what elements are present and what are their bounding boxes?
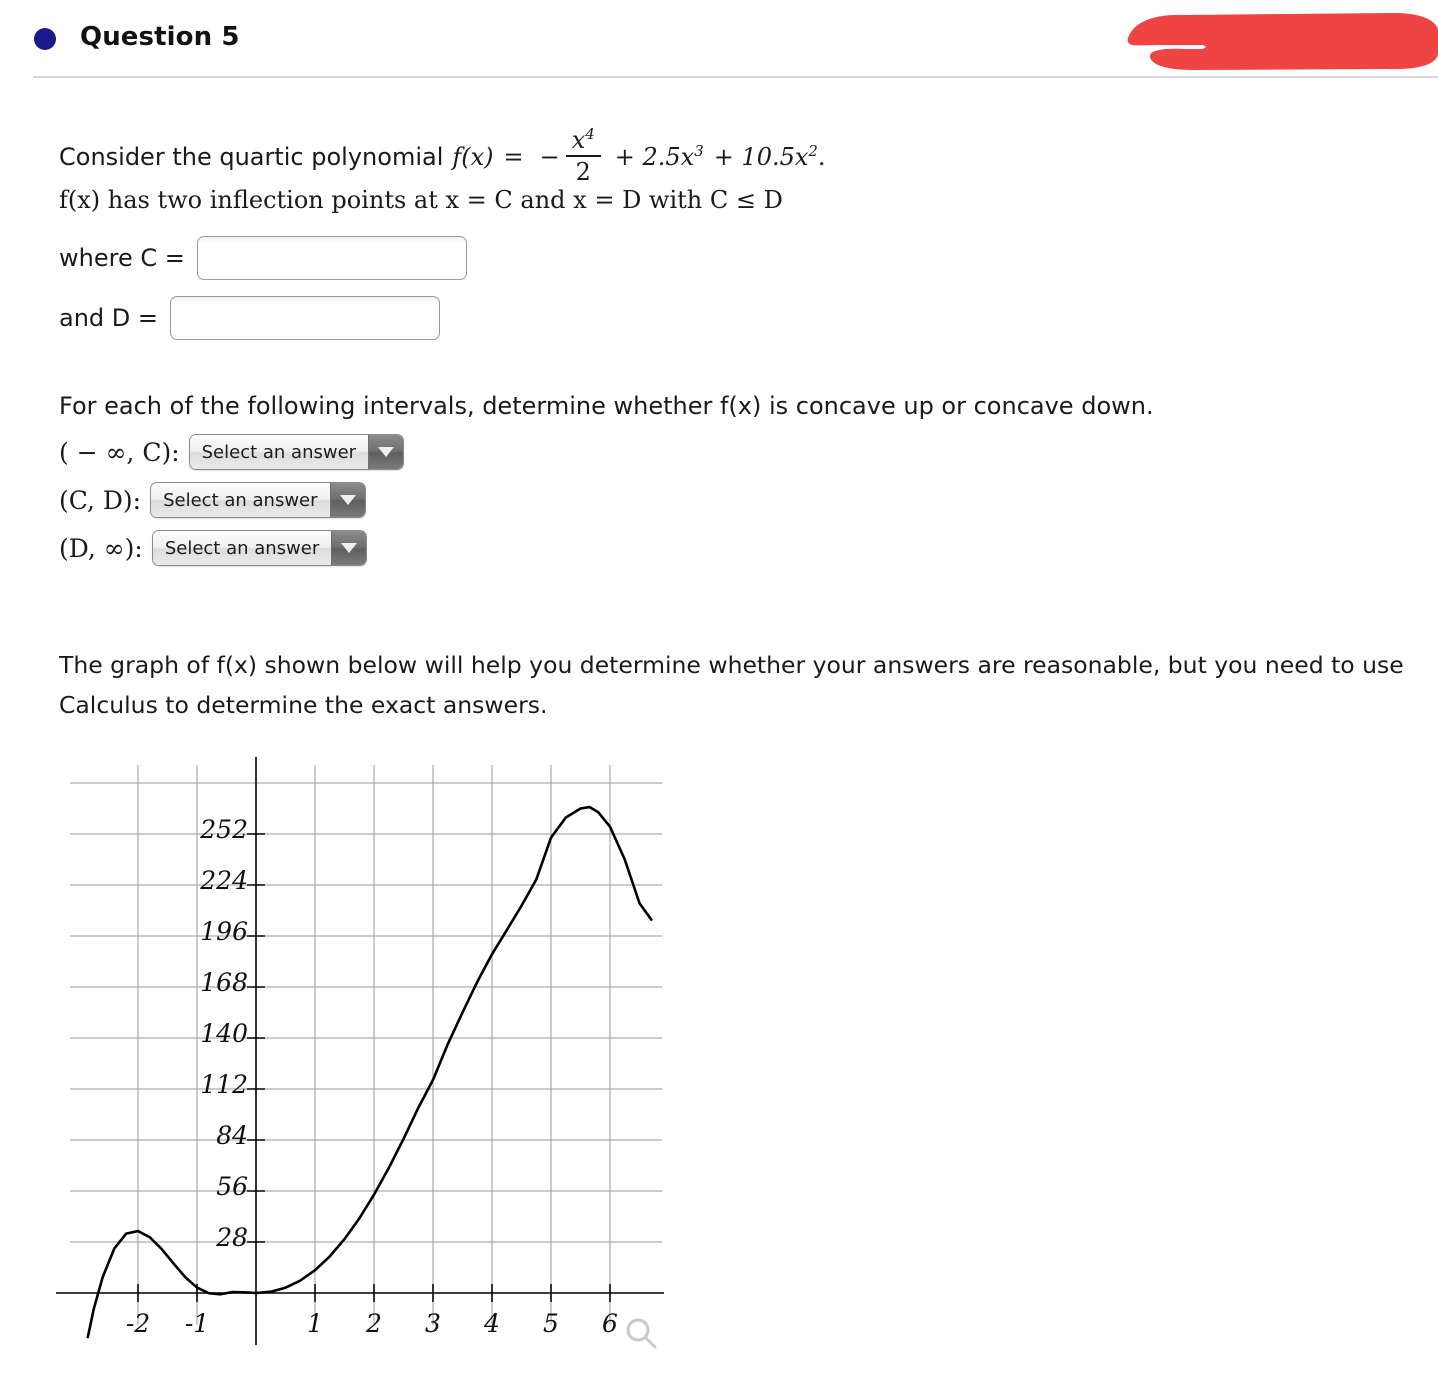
polynomial-statement: Consider the quartic polynomial f(x) = −…	[59, 125, 826, 186]
y-tick-label: 84	[216, 1121, 248, 1150]
y-tick-label: 56	[216, 1172, 248, 1201]
cubic-term: + 2.5x3	[614, 142, 704, 171]
answer-c-input[interactable]	[196, 236, 467, 280]
x-tick-label: 1	[307, 1309, 323, 1338]
select-neginf-c-value: Select an answer	[189, 435, 369, 469]
interval-label-c-d: (C, D):	[59, 485, 142, 515]
interval-label-d-inf: (D, ∞):	[59, 533, 143, 563]
intervals-instruction: For each of the following intervals, det…	[59, 392, 1154, 420]
interval-row-d-inf: (D, ∞): Select an answer	[59, 530, 368, 566]
consider-prefix: Consider the quartic polynomial	[59, 142, 444, 171]
x-tick-label: 5	[543, 1309, 559, 1338]
chevron-down-icon[interactable]	[331, 531, 367, 565]
answer-row-c: where C =	[59, 236, 467, 280]
x-tick-label: -2	[125, 1309, 151, 1338]
graph-note: The graph of f(x) shown below will help …	[59, 651, 1404, 719]
equals-sign: =	[503, 142, 524, 171]
fraction: x4 2	[565, 125, 601, 186]
interval-row-neginf-c: ( − ∞, C): Select an answer	[59, 434, 405, 470]
question-bullet-icon	[34, 28, 56, 50]
select-d-inf[interactable]: Select an answer	[151, 530, 368, 566]
minus-sign: −	[539, 142, 560, 171]
answer-row-d: and D =	[59, 296, 440, 340]
function-graph: 28 56 84 112 140 168 196 224 252 -2 -1 1 2 3 4 5 6	[0, 720, 720, 1372]
function-label: f(x)	[452, 142, 494, 171]
question-header: Question 5	[0, 0, 1438, 78]
quadratic-term: + 10.5x2.	[713, 142, 826, 171]
select-d-inf-value: Select an answer	[152, 531, 332, 565]
y-tick-label: 140	[200, 1019, 248, 1048]
magnifier-icon[interactable]	[622, 1314, 662, 1354]
fraction-numerator: x4	[571, 125, 595, 154]
x-tick-label: 2	[366, 1309, 382, 1338]
graph-canvas	[56, 757, 664, 1345]
redaction-mark	[1127, 13, 1438, 70]
chevron-down-icon[interactable]	[368, 435, 404, 469]
interval-row-c-d: (C, D): Select an answer	[59, 482, 366, 518]
x-tick-label: 4	[484, 1309, 500, 1338]
y-tick-label: 224	[200, 866, 248, 895]
y-tick-label: 112	[200, 1070, 248, 1099]
y-tick-label: 196	[200, 917, 248, 946]
header-divider	[33, 76, 1438, 78]
x-tick-label: -1	[184, 1309, 210, 1338]
select-c-d-value: Select an answer	[151, 483, 330, 517]
page-title: Question 5	[80, 22, 240, 52]
interval-label-neginf-c: ( − ∞, C):	[59, 437, 180, 467]
fraction-denominator: 2	[575, 158, 591, 186]
y-tick-label: 168	[200, 968, 248, 997]
x-tick-label: 3	[425, 1309, 441, 1338]
y-tick-label: 28	[216, 1223, 248, 1252]
answer-d-input[interactable]	[170, 296, 440, 340]
select-c-d[interactable]: Select an answer	[150, 482, 366, 518]
select-neginf-c[interactable]: Select an answer	[188, 434, 405, 470]
label-c: where C =	[59, 244, 185, 272]
y-tick-label: 252	[200, 815, 248, 844]
chevron-down-icon[interactable]	[329, 483, 365, 517]
inflection-statement: f(x) has two inflection points at x = C …	[59, 186, 783, 214]
label-d: and D =	[59, 304, 158, 332]
